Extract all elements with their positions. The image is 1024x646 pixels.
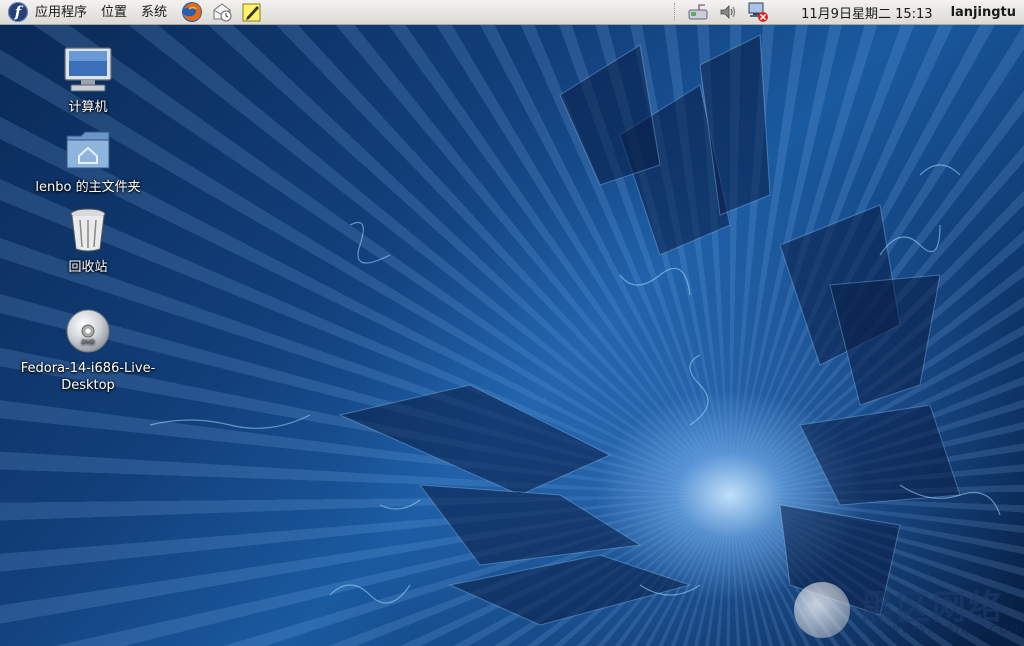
volume-icon[interactable] xyxy=(716,1,740,23)
user-name-menu[interactable]: lanjingtu xyxy=(951,5,1016,20)
notes-icon[interactable] xyxy=(240,0,264,24)
watermark-logo-icon xyxy=(794,582,850,638)
mail-icon[interactable] xyxy=(210,0,234,24)
menu-system[interactable]: 系统 xyxy=(134,0,174,25)
computer-icon xyxy=(62,44,114,96)
home-folder-icon xyxy=(62,124,114,176)
network-disconnected-icon[interactable] xyxy=(746,1,770,23)
watermark-site: www.heiqu.com xyxy=(888,621,1024,637)
desktop-icon-trash[interactable]: 回收站 xyxy=(13,204,163,276)
fedora-logo-icon[interactable]: f xyxy=(8,2,28,22)
svg-text:DVD: DVD xyxy=(81,339,95,346)
desktop-icon-computer[interactable]: 计算机 xyxy=(13,44,163,116)
desktop-icon-label: 计算机 xyxy=(68,100,108,115)
top-panel: f 应用程序 位置 系统 11月9日星期二 15:13 lanjingtu xyxy=(0,0,1024,25)
desktop-icon-home-folder[interactable]: lenbo 的主文件夹 xyxy=(13,124,163,196)
dvd-icon: DVD xyxy=(62,305,114,357)
menu-places[interactable]: 位置 xyxy=(94,0,134,25)
desktop-icon-dvd[interactable]: DVD Fedora-14-i686-Live-Desktop xyxy=(13,305,163,394)
desktop-icon-label: 回收站 xyxy=(68,260,108,275)
panel-clock[interactable]: 11月9日星期二 15:13 xyxy=(801,3,932,22)
desktop-icon-label: Fedora-14-i686-Live-Desktop xyxy=(20,361,156,393)
menu-applications[interactable]: 应用程序 xyxy=(28,0,94,25)
network-wired-icon[interactable] xyxy=(686,1,710,23)
trash-icon xyxy=(62,204,114,256)
site-watermark: 黑区网络 www.heiqu.com xyxy=(790,580,1023,642)
firefox-icon[interactable] xyxy=(180,0,204,24)
desktop-icon-label: lenbo 的主文件夹 xyxy=(35,180,141,195)
tray-separator xyxy=(674,3,677,21)
